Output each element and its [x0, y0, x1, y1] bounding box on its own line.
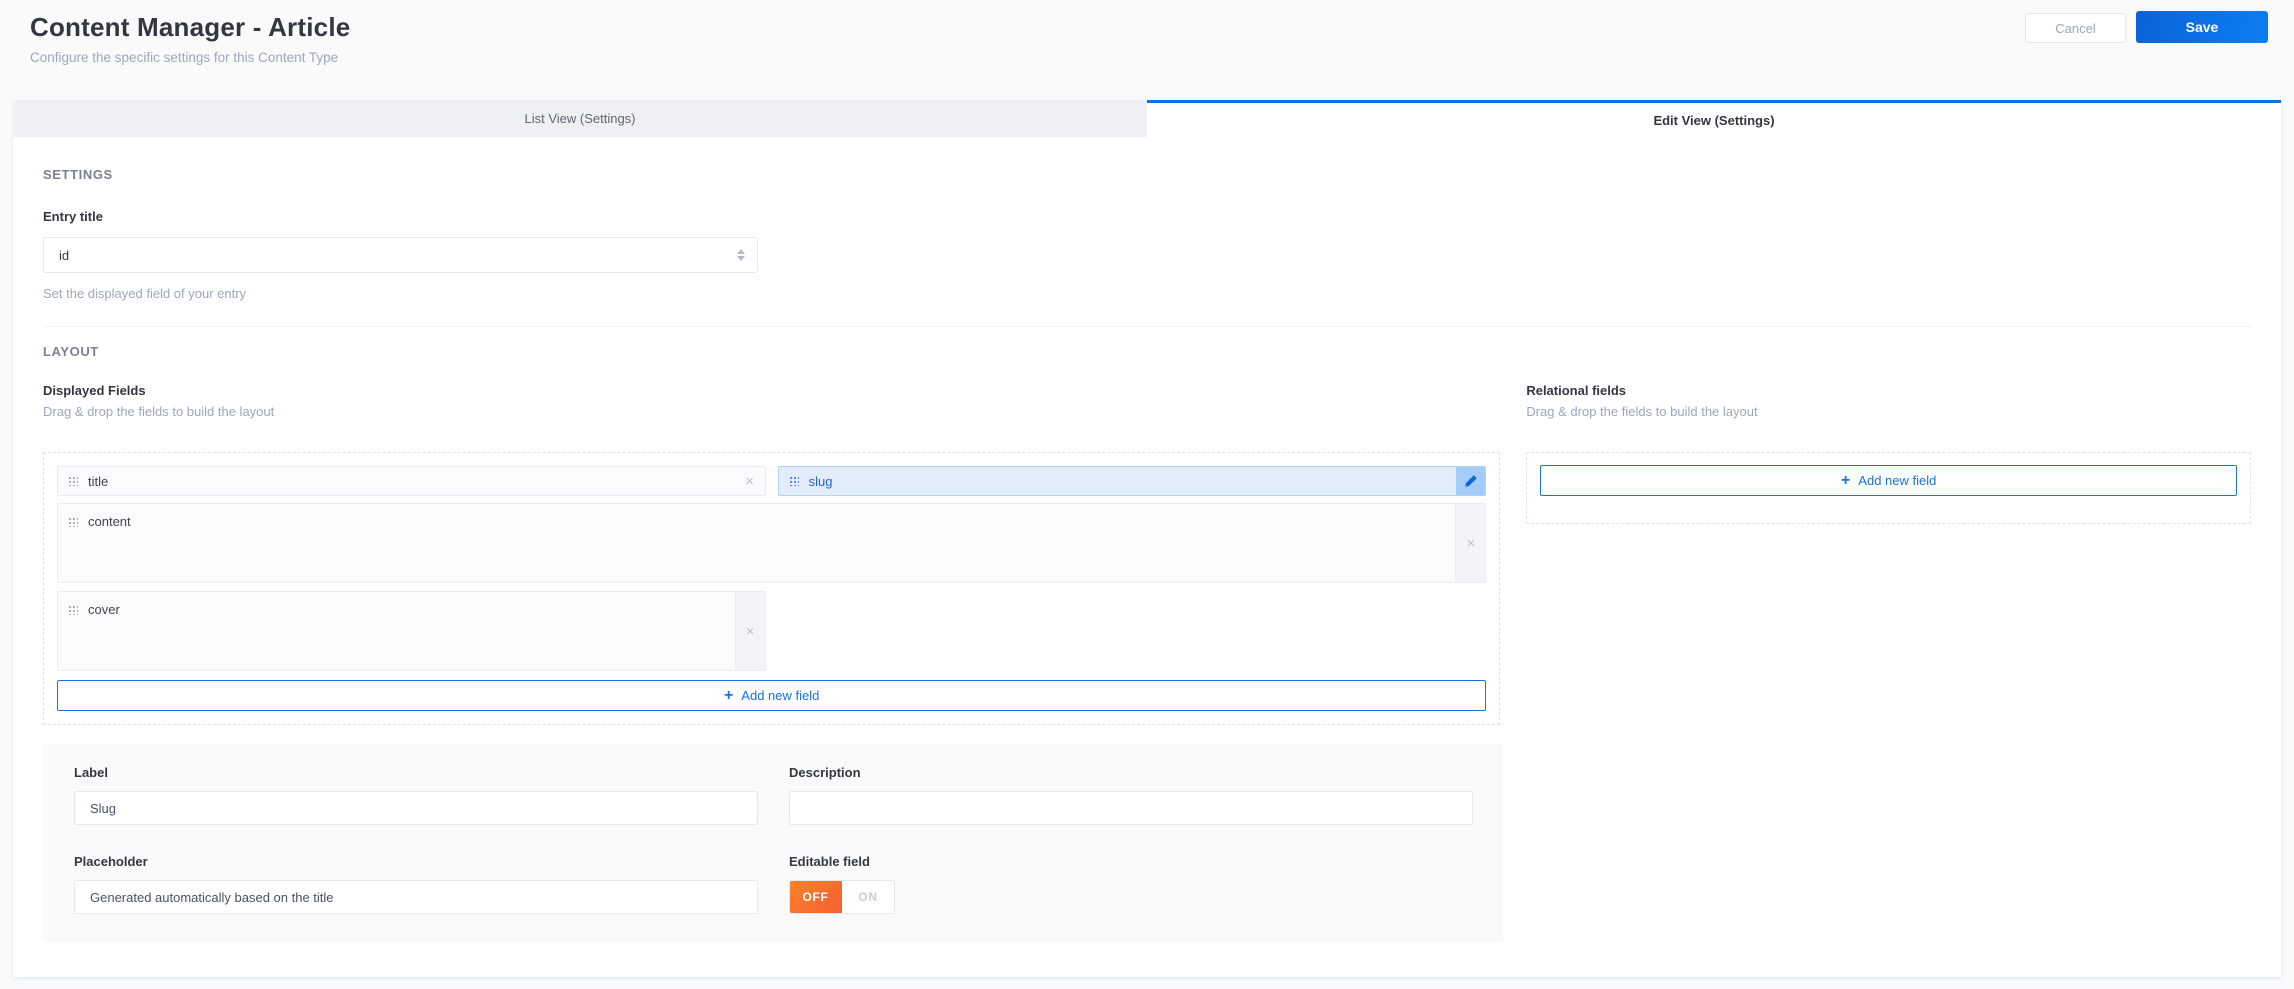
relational-fields-title: Relational fields [1526, 383, 1627, 398]
field-settings-panel: Label Description Placeholder Editable f… [43, 744, 1503, 942]
cancel-button[interactable]: Cancel [2025, 13, 2126, 43]
displayed-fields-title: Displayed Fields [43, 383, 146, 398]
description-field-label: Description [789, 765, 861, 780]
add-new-field-button[interactable]: + Add new field [57, 680, 1487, 711]
toggle-on-option[interactable]: ON [842, 881, 894, 913]
relational-fields-dropzone: + Add new field [1526, 452, 2251, 524]
field-name: slug [808, 473, 833, 489]
add-new-relational-field-button[interactable]: + Add new field [1540, 465, 2237, 496]
placeholder-field-label: Placeholder [74, 854, 148, 869]
tab-edit-view-settings[interactable]: Edit View (Settings) [1147, 100, 2281, 137]
view-tabs: List View (Settings) Edit View (Settings… [13, 100, 2281, 137]
field-pill-slug[interactable]: slug [777, 466, 1487, 496]
tab-list-view-settings[interactable]: List View (Settings) [13, 100, 1147, 137]
field-pill-title[interactable]: title × [57, 466, 766, 496]
field-name: cover [88, 602, 120, 617]
relational-fields-subtitle: Drag & drop the fields to build the layo… [1526, 404, 1758, 419]
plus-icon: + [1840, 471, 1851, 489]
entry-title-help-text: Set the displayed field of your entry [43, 286, 247, 301]
label-input[interactable] [74, 791, 758, 825]
save-button[interactable]: Save [2136, 11, 2268, 43]
placeholder-input[interactable] [74, 880, 758, 914]
add-new-relational-field-label: Add new field [1858, 473, 1937, 488]
field-name: title [88, 473, 109, 489]
displayed-fields-subtitle: Drag & drop the fields to build the layo… [43, 404, 275, 419]
toggle-off-option[interactable]: OFF [790, 881, 842, 913]
remove-field-icon[interactable]: × [734, 592, 765, 670]
drag-handle-icon[interactable] [68, 517, 78, 527]
page-title: Content Manager - Article [30, 12, 351, 42]
editable-field-label: Editable field [789, 854, 870, 869]
drag-handle-icon[interactable] [68, 605, 78, 615]
entry-title-select[interactable]: id [43, 237, 758, 273]
settings-card: List View (Settings) Edit View (Settings… [13, 100, 2281, 977]
page-header: Content Manager - Article Configure the … [30, 12, 350, 65]
drag-handle-icon[interactable] [788, 476, 799, 486]
displayed-fields-dropzone: title × slug content × cover × + Add new… [43, 452, 1501, 725]
field-box-cover[interactable]: cover × [57, 591, 766, 671]
field-name: content [88, 514, 131, 529]
editable-field-toggle: OFF ON [789, 880, 895, 914]
page-subtitle: Configure the specific settings for this… [30, 50, 339, 65]
edit-field-button[interactable] [1456, 467, 1486, 495]
settings-section-heading: SETTINGS [43, 167, 113, 182]
field-box-content[interactable]: content × [57, 503, 1487, 583]
label-field-label: Label [74, 765, 108, 780]
entry-title-label: Entry title [43, 209, 103, 224]
description-input[interactable] [789, 791, 1473, 825]
layout-section-heading: LAYOUT [43, 344, 99, 359]
remove-field-icon[interactable]: × [1455, 504, 1486, 582]
remove-field-icon[interactable]: × [735, 473, 765, 490]
plus-icon: + [723, 686, 734, 704]
entry-title-selected-value: id [59, 247, 70, 263]
section-divider [43, 326, 2251, 327]
select-updown-icon [737, 249, 745, 261]
edit-pencil-icon [1465, 475, 1478, 487]
drag-handle-icon[interactable] [68, 476, 78, 486]
add-new-field-label: Add new field [741, 688, 820, 703]
